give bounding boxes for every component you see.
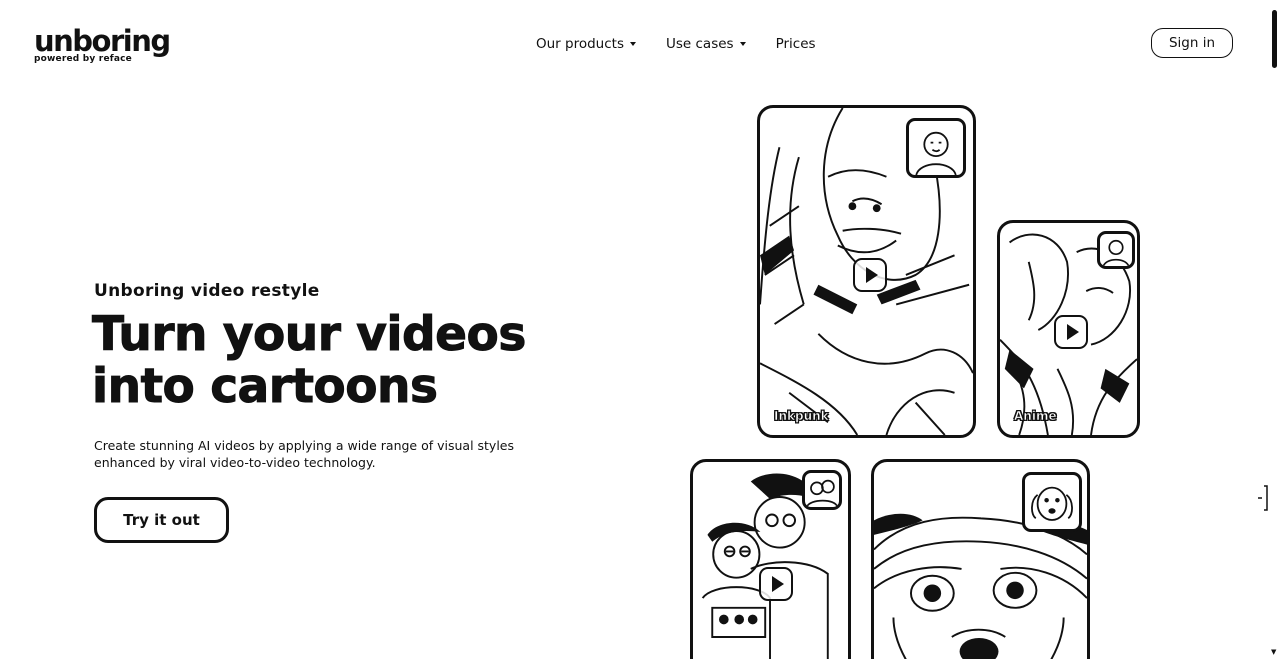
reference-dog-thumbnail: [1022, 472, 1082, 532]
hero-headline-line-1: Turn your videos: [92, 307, 527, 362]
sign-in-button[interactable]: Sign in: [1151, 28, 1233, 58]
chevron-down-icon: [629, 42, 636, 46]
video-card-dog[interactable]: [871, 459, 1090, 659]
hero-headline-line-2: into cartoons: [92, 359, 439, 414]
style-label-inkpunk: Inkpunk: [774, 409, 829, 424]
play-icon[interactable]: [759, 567, 793, 601]
nav-prices-label: Prices: [775, 36, 816, 52]
nav-our-products[interactable]: Our products: [536, 36, 636, 52]
play-icon[interactable]: [853, 258, 887, 292]
reference-face-thumbnail: [906, 118, 966, 178]
main-nav: Our products Use cases Prices: [536, 36, 846, 52]
face-thumbnail-image: [915, 131, 957, 175]
try-it-out-button[interactable]: Try it out: [94, 497, 229, 543]
face-thumbnail-image: [805, 479, 839, 507]
chevron-down-icon: [739, 42, 746, 46]
feedback-tab-icon[interactable]: [1256, 484, 1268, 512]
page-scrollbar[interactable]: ▼: [1268, 0, 1280, 659]
reference-face-thumbnail: [1097, 231, 1135, 269]
hero-eyebrow: Unboring video restyle: [94, 281, 320, 301]
dog-thumbnail-image: [1031, 486, 1073, 521]
hero-headline: Turn your videos into cartoons: [92, 307, 527, 414]
nav-prices[interactable]: Prices: [776, 36, 816, 52]
reference-face-thumbnail: [802, 470, 842, 510]
video-card-inkpunk[interactable]: Inkpunk: [757, 105, 976, 438]
scroll-down-arrow-icon[interactable]: ▼: [1271, 649, 1276, 656]
scrollbar-thumb[interactable]: [1272, 10, 1277, 68]
logo[interactable]: unboring powered by reface: [34, 24, 171, 64]
page: unboring powered by reface Our products …: [0, 0, 1280, 659]
face-thumbnail-image: [1102, 239, 1130, 266]
style-label-anime: Anime: [1014, 409, 1057, 424]
nav-use-cases-label: Use cases: [665, 36, 734, 52]
hero-description: Create stunning AI videos by applying a …: [94, 437, 524, 471]
play-icon[interactable]: [1054, 315, 1088, 349]
logo-wordmark: unboring: [34, 24, 171, 58]
video-card-anime[interactable]: Anime: [997, 220, 1140, 438]
nav-our-products-label: Our products: [536, 36, 624, 52]
video-card-couple[interactable]: [690, 459, 851, 659]
nav-use-cases[interactable]: Use cases: [666, 36, 746, 52]
hero-description-line-2: enhanced by viral video-to-video technol…: [94, 455, 376, 470]
hero-description-line-1: Create stunning AI videos by applying a …: [94, 438, 515, 453]
